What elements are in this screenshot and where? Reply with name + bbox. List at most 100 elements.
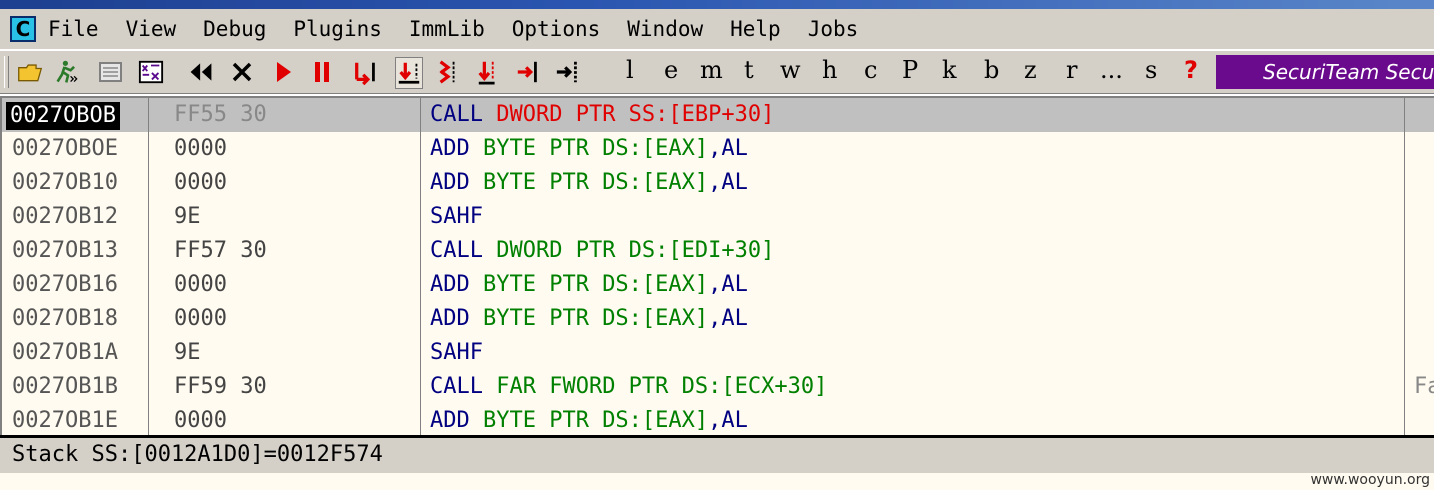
- disassembly-cell: ADD BYTE PTR DS:[EAX],AL: [430, 132, 748, 166]
- instruction-token: BYTE PTR DS:[EAX]: [482, 136, 709, 161]
- status-text: Stack SS:[0012A1D0]=0012F574: [12, 442, 383, 467]
- hex-dump-cell: 0000: [174, 170, 227, 195]
- address-cell: 0027OB10: [12, 170, 118, 195]
- toolbar-letter-c[interactable]: c: [864, 56, 877, 84]
- disassembly-cell: CALL FAR FWORD PTR DS:[ECX+30]: [430, 370, 827, 404]
- watermark: www.wooyun.org: [1310, 472, 1430, 488]
- address-cell: 0027OB16: [12, 272, 118, 297]
- toolbar-letter-z[interactable]: z: [1024, 56, 1037, 84]
- table-row[interactable]: 0027OB1E 0000 ADD BYTE PTR DS:[EAX],AL: [2, 404, 1434, 435]
- instruction-token: DWORD PTR SS:[EBP+30]: [496, 102, 775, 127]
- hex-dump-cell: 0000: [174, 272, 227, 297]
- hex-dump-cell: FF59 30: [174, 374, 267, 399]
- table-row[interactable]: 0027OB1A 9E SAHF: [2, 336, 1434, 370]
- instruction-token: BYTE PTR DS:[EAX]: [482, 170, 709, 195]
- help-icon[interactable]: ?: [1184, 56, 1198, 84]
- comment-cell: Fa: [1414, 374, 1434, 399]
- disassembly-pane[interactable]: 0027OB1E 0000 ADD BYTE PTR DS:[EAX],AL 0027…: [0, 96, 1434, 435]
- menu-debug[interactable]: Debug: [203, 17, 266, 41]
- run-icon[interactable]: [270, 57, 296, 87]
- step-into-icon[interactable]: [353, 57, 379, 87]
- disassembly-cell: SAHF: [430, 336, 483, 370]
- status-bar: Stack SS:[0012A1D0]=0012F574: [0, 435, 1434, 473]
- disassembly-cell: ADD BYTE PTR DS:[EAX],AL: [430, 404, 748, 435]
- instruction-token: ,AL: [708, 136, 748, 161]
- run-man-icon[interactable]: [55, 57, 81, 87]
- toolbar-letter-w[interactable]: w: [780, 56, 801, 84]
- menu-options[interactable]: Options: [512, 17, 601, 41]
- menu-file[interactable]: File: [48, 17, 99, 41]
- table-row[interactable]: 0027OB16 0000 ADD BYTE PTR DS:[EAX],AL: [2, 268, 1434, 302]
- table-row[interactable]: 0027OB18 0000 ADD BYTE PTR DS:[EAX],AL: [2, 302, 1434, 336]
- toolbar-letter-r[interactable]: r: [1066, 56, 1077, 84]
- hex-dump-cell: FF55 30: [174, 102, 267, 127]
- instruction-token: ,AL: [708, 408, 748, 433]
- address-cell: 0027OB12: [12, 204, 118, 229]
- info-pane: [0, 473, 1434, 490]
- securiteam-banner: SecuriTeam Secu: [1216, 55, 1434, 89]
- toolbar-letter-h[interactable]: h: [822, 56, 837, 84]
- menu-plugins[interactable]: Plugins: [293, 17, 382, 41]
- menu-view[interactable]: View: [126, 17, 177, 41]
- instruction-token: CALL: [430, 102, 497, 127]
- disassembly-cell: CALL DWORD PTR DS:[EDI+30]: [430, 234, 774, 268]
- instruction-token: ,AL: [708, 272, 748, 297]
- table-row[interactable]: 0027OB12 9E SAHF: [2, 200, 1434, 234]
- toolbar-grip[interactable]: [4, 56, 9, 88]
- execute-till-return-icon[interactable]: [515, 57, 541, 87]
- toolbar-letter-k[interactable]: k: [942, 56, 957, 84]
- disassembly-cell: ADD BYTE PTR DS:[EAX],AL: [430, 302, 748, 336]
- table-row[interactable]: 0027OBOB FF55 30 CALL DWORD PTR SS:[EBP+30…: [2, 98, 1434, 132]
- disassembly-cell: ADD BYTE PTR DS:[EAX],AL: [430, 268, 748, 302]
- trace-into-icon[interactable]: [435, 57, 461, 87]
- disassembly-cell: CALL DWORD PTR SS:[EBP+30]: [430, 98, 774, 132]
- hex-dump-cell: FF57 30: [174, 238, 267, 263]
- toolbar-letter-b[interactable]: b: [984, 56, 999, 84]
- table-row[interactable]: 0027OB1B FF59 30 CALL FAR FWORD PTR DS:[EC…: [2, 370, 1434, 404]
- menu-jobs[interactable]: Jobs: [808, 17, 859, 41]
- title-bar: [0, 0, 1434, 9]
- instruction-token: BYTE PTR DS:[EAX]: [482, 306, 709, 331]
- address-cell: 0027OBOE: [12, 136, 118, 161]
- toolbar-letter-l[interactable]: l: [626, 56, 634, 84]
- column-divider-hex[interactable]: [148, 98, 149, 435]
- address-cell: 0027OB1A: [12, 340, 118, 365]
- hex-dump-cell: 0000: [174, 136, 227, 161]
- go-to-icon[interactable]: [555, 57, 581, 87]
- table-row[interactable]: 0027OB13 FF57 30 CALL DWORD PTR DS:[EDI+30…: [2, 234, 1434, 268]
- app-icon[interactable]: C: [10, 16, 36, 42]
- disassembly-cell: ADD BYTE PTR DS:[EAX],AL: [430, 166, 748, 200]
- toolbar-letter-m[interactable]: m: [700, 56, 723, 84]
- instruction-token: SAHF: [430, 204, 483, 229]
- table-row[interactable]: 0027OB10 0000 ADD BYTE PTR DS:[EAX],AL: [2, 166, 1434, 200]
- instruction-token: ADD: [430, 408, 483, 433]
- trace-over-icon[interactable]: [476, 57, 502, 87]
- toolbar-letter-t[interactable]: t: [744, 56, 754, 84]
- address-cell: 0027OB18: [12, 306, 118, 331]
- disassembly-cell: SAHF: [430, 200, 483, 234]
- window-icon[interactable]: [98, 57, 124, 87]
- menu-bar: C File View Debug Plugins ImmLib Options…: [0, 9, 1434, 50]
- instruction-token: ADD: [430, 272, 483, 297]
- step-over-icon[interactable]: [395, 57, 423, 89]
- toolbar-letter-e[interactable]: e: [664, 56, 678, 84]
- hex-dump-cell: 0000: [174, 408, 227, 433]
- toolbar-letter-p[interactable]: P: [902, 56, 918, 84]
- open-folder-icon[interactable]: [17, 57, 43, 87]
- menu-help[interactable]: Help: [730, 17, 781, 41]
- column-divider-disasm[interactable]: [420, 98, 421, 435]
- menu-window[interactable]: Window: [627, 17, 703, 41]
- column-divider-comment[interactable]: [1404, 98, 1405, 435]
- grid-icon[interactable]: [138, 57, 164, 87]
- instruction-token: ,AL: [708, 306, 748, 331]
- close-icon[interactable]: [229, 57, 255, 87]
- table-row[interactable]: 0027OBOE 0000 ADD BYTE PTR DS:[EAX],AL: [2, 132, 1434, 166]
- menu-immlib[interactable]: ImmLib: [409, 17, 485, 41]
- toolbar-letter-ellipsis[interactable]: ...: [1100, 56, 1123, 84]
- instruction-token: ADD: [430, 306, 483, 331]
- rewind-icon[interactable]: [188, 57, 214, 87]
- toolbar-letter-s[interactable]: s: [1145, 56, 1157, 84]
- instruction-token: ADD: [430, 170, 483, 195]
- pause-icon[interactable]: [309, 57, 335, 87]
- hex-dump-cell: 9E: [174, 204, 201, 229]
